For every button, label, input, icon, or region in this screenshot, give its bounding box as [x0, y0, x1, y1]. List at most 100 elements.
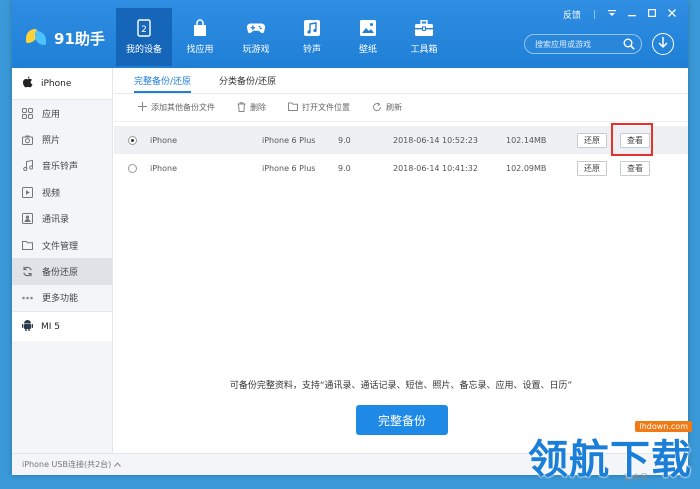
watermark-text: 领航下载 — [528, 437, 692, 483]
nav-label: 玩游戏 — [242, 45, 270, 55]
watermark-url: lhdown.com — [635, 421, 692, 432]
tab-full-backup[interactable]: 完整备份/还原 — [134, 74, 192, 93]
search-placeholder: 搜索应用或游戏 — [535, 39, 591, 49]
tool-label: 添加其他备份文件 — [151, 103, 215, 112]
sidebar-device-mi5[interactable]: MI 5 — [12, 311, 112, 342]
trash-icon — [237, 101, 246, 114]
sidebar-item-label: 照片 — [42, 136, 61, 147]
logo-icon — [26, 28, 48, 49]
nav-label: 工具箱 — [410, 45, 438, 55]
svg-text:2: 2 — [141, 25, 147, 35]
chevron-up-icon[interactable] — [114, 460, 122, 469]
app-window: 91助手 2 我的设备 找应用 玩游戏 铃声 壁纸 工具箱 反馈 | 搜索应用或… — [12, 0, 688, 475]
gamepad-icon — [247, 19, 265, 37]
row-radio[interactable] — [114, 163, 150, 173]
view-button[interactable]: 查看 — [620, 160, 650, 176]
folder-open-icon — [288, 102, 298, 113]
apps-grid-icon — [22, 107, 33, 119]
backup-description: 可备份完整资料，支持“通讯录、通话记录、短信、照片、备忘录、应用、设置、日历” — [229, 381, 573, 391]
sidebar-item-files[interactable]: 文件管理 — [12, 232, 112, 258]
backup-table: iPhone iPhone 6 Plus 9.0 2018-06-14 10:5… — [114, 123, 688, 182]
table-row[interactable]: iPhone iPhone 6 Plus 9.0 2018-06-14 10:4… — [114, 154, 688, 182]
sidebar-device-iphone[interactable]: iPhone — [12, 68, 112, 100]
sidebar-item-video[interactable]: 视频 — [12, 179, 112, 205]
apple-icon — [22, 76, 33, 91]
nav-wallpapers[interactable]: 壁纸 — [340, 8, 396, 66]
cell-model: iPhone 6 Plus — [262, 163, 316, 173]
sidebar-item-contacts[interactable]: 通讯录 — [12, 206, 112, 232]
toolbar: 添加其他备份文件 删除 打开文件位置 刷新 — [114, 94, 688, 122]
refresh-icon — [372, 101, 382, 114]
nav-my-device[interactable]: 2 我的设备 — [116, 8, 172, 66]
tool-label: 打开文件位置 — [302, 103, 350, 112]
nav-find-apps[interactable]: 找应用 — [172, 8, 228, 66]
highlight-annotation — [611, 123, 653, 156]
full-backup-button[interactable]: 完整备份 — [356, 405, 448, 435]
delete-button[interactable]: 删除 — [237, 101, 266, 114]
android-icon — [22, 319, 33, 334]
cell-model: iPhone 6 Plus — [262, 135, 316, 145]
cell-size: 102.14MB — [506, 135, 547, 145]
header-bar: 91助手 2 我的设备 找应用 玩游戏 铃声 壁纸 工具箱 反馈 | 搜索应用或… — [12, 0, 688, 68]
tool-label: 删除 — [250, 103, 266, 112]
download-arrow-icon — [658, 36, 668, 52]
search-input[interactable]: 搜索应用或游戏 — [524, 34, 642, 54]
cell-version: 9.0 — [338, 135, 351, 145]
nav-games[interactable]: 玩游戏 — [228, 8, 284, 66]
separator: | — [592, 9, 596, 20]
picture-icon — [359, 19, 377, 37]
logo-text: 91助手 — [54, 30, 105, 48]
nav-toolbox[interactable]: 工具箱 — [396, 8, 452, 66]
nav-label: 壁纸 — [358, 45, 377, 55]
phone-device-icon: 2 — [135, 19, 153, 37]
sidebar-device-label: MI 5 — [41, 321, 61, 332]
restore-button[interactable]: 还原 — [577, 160, 607, 176]
sidebar-item-label: 文件管理 — [42, 241, 79, 252]
tool-label: 刷新 — [386, 103, 402, 112]
row-radio[interactable] — [114, 135, 150, 145]
connection-status: iPhone USB连接(共2台) — [22, 460, 112, 469]
shopping-bag-icon — [191, 19, 209, 37]
sidebar-item-label: 应用 — [42, 109, 61, 120]
nav-ringtones[interactable]: 铃声 — [284, 8, 340, 66]
cell-size: 102.09MB — [506, 163, 547, 173]
download-manager-button[interactable] — [652, 33, 674, 55]
cell-device-name: iPhone — [150, 163, 178, 173]
maximize-icon[interactable] — [648, 9, 657, 20]
open-file-location-button[interactable]: 打开文件位置 — [288, 102, 350, 113]
toolbox-icon — [415, 19, 433, 37]
tab-category-backup[interactable]: 分类备份/还原 — [219, 74, 276, 93]
close-icon[interactable] — [668, 9, 676, 20]
sidebar-item-label: 更多功能 — [42, 294, 79, 305]
sidebar-item-label: 音乐铃声 — [42, 162, 79, 173]
refresh-icon — [22, 266, 33, 277]
camera-icon — [22, 134, 33, 145]
app-logo: 91助手 — [26, 28, 105, 49]
restore-button[interactable]: 还原 — [577, 132, 607, 148]
menu-dropdown-icon[interactable] — [608, 9, 616, 20]
sidebar-item-music[interactable]: 音乐铃声 — [12, 153, 112, 179]
music-icon — [22, 160, 33, 172]
sidebar-item-label: 备份还原 — [42, 268, 79, 279]
nav-label: 铃声 — [302, 45, 321, 55]
cell-date: 2018-06-14 10:41:32 — [393, 163, 478, 173]
tab-bar: 完整备份/还原 分类备份/还原 — [114, 68, 688, 94]
video-icon — [22, 186, 33, 198]
search-icon[interactable] — [623, 38, 635, 52]
window-controls: 反馈 | — [563, 8, 676, 21]
sidebar-item-backup[interactable]: 备份还原 — [12, 258, 112, 285]
minimize-icon[interactable] — [628, 9, 636, 20]
radio-unselected — [127, 163, 137, 173]
add-backup-file-button[interactable]: 添加其他备份文件 — [138, 102, 215, 113]
sidebar-device-label: iPhone — [41, 78, 72, 89]
table-row[interactable]: iPhone iPhone 6 Plus 9.0 2018-06-14 10:5… — [114, 123, 688, 156]
cell-date: 2018-06-14 10:52:23 — [393, 135, 478, 145]
sidebar-item-photos[interactable]: 照片 — [12, 126, 112, 152]
music-note-icon — [303, 19, 321, 37]
sidebar-item-more[interactable]: 更多功能 — [12, 285, 112, 311]
cell-version: 9.0 — [338, 163, 351, 173]
sidebar-item-apps[interactable]: 应用 — [12, 100, 112, 126]
feedback-link[interactable]: 反馈 — [563, 8, 581, 21]
nav-label: 找应用 — [186, 45, 214, 55]
refresh-button[interactable]: 刷新 — [372, 101, 402, 114]
